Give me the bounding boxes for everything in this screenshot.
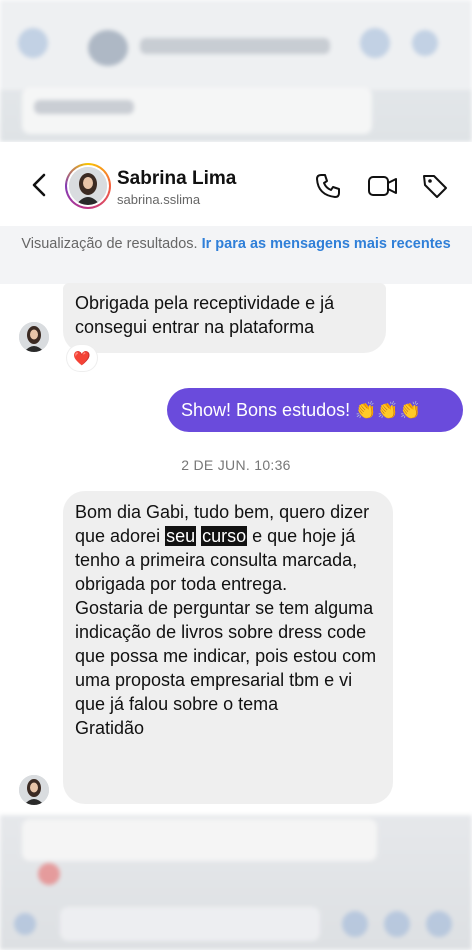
tag-button[interactable] (421, 172, 449, 205)
background-blur-shape (384, 911, 410, 937)
call-button[interactable] (314, 172, 342, 205)
video-icon (368, 176, 397, 196)
notice-text: Visualização de resultados. (21, 236, 198, 252)
message-text-end: e que hoje já tenho a primeira consulta … (75, 526, 377, 738)
background-blur-shape (360, 28, 390, 58)
profile-photo (69, 167, 107, 205)
background-blur-shape (426, 911, 452, 937)
message-bubble-outgoing[interactable]: Show! Bons estudos! 👏👏👏 (167, 388, 463, 432)
chat-header: Sabrina Lima sabrina.sslima (0, 142, 472, 227)
message-bubble-incoming[interactable]: Obrigada pela receptividade e já consegu… (63, 283, 386, 353)
background-blur-shape (140, 38, 330, 54)
heart-reaction-icon[interactable]: ❤️ (67, 345, 97, 371)
search-results-notice: Visualização de resultados. Ir para as m… (0, 226, 472, 284)
background-blur-shape (342, 911, 368, 937)
background-blur-shape (18, 28, 48, 58)
sender-avatar[interactable] (19, 322, 49, 352)
background-blur-shape (14, 913, 36, 935)
profile-photo (19, 322, 49, 352)
back-icon (32, 173, 46, 197)
background-app-bottom (0, 815, 472, 950)
video-call-button[interactable] (367, 172, 399, 205)
background-blur-shape (88, 30, 128, 66)
background-blur-shape (38, 863, 60, 885)
jump-to-recent-link[interactable]: Ir para as mensagens mais recentes (202, 236, 451, 252)
contact-handle: sabrina.sslima (117, 192, 201, 207)
phone-icon (316, 174, 340, 198)
highlighted-word: curso (201, 526, 248, 546)
tag-icon (423, 175, 447, 198)
background-blur-shape (22, 819, 377, 861)
contact-name[interactable]: Sabrina Lima (117, 168, 236, 190)
background-app-top (0, 0, 472, 142)
message-timestamp: 2 DE JUN. 10:36 (181, 457, 291, 473)
chat-panel: Sabrina Lima sabrina.sslima Visualização… (0, 142, 472, 815)
back-button[interactable] (26, 168, 54, 202)
background-blur-shape (412, 30, 438, 56)
avatar[interactable] (65, 163, 111, 209)
background-blur-shape (34, 100, 134, 114)
background-blur-shape (60, 907, 320, 941)
message-text: Show! Bons estudos! (181, 400, 351, 420)
profile-photo (19, 775, 49, 805)
sender-avatar[interactable] (19, 775, 49, 805)
clapping-hands-emoji: 👏👏👏 (355, 401, 422, 420)
message-bubble-incoming-long[interactable]: Bom dia Gabi, tudo bem, quero dizer que … (63, 491, 393, 804)
highlighted-word: seu (165, 526, 197, 546)
